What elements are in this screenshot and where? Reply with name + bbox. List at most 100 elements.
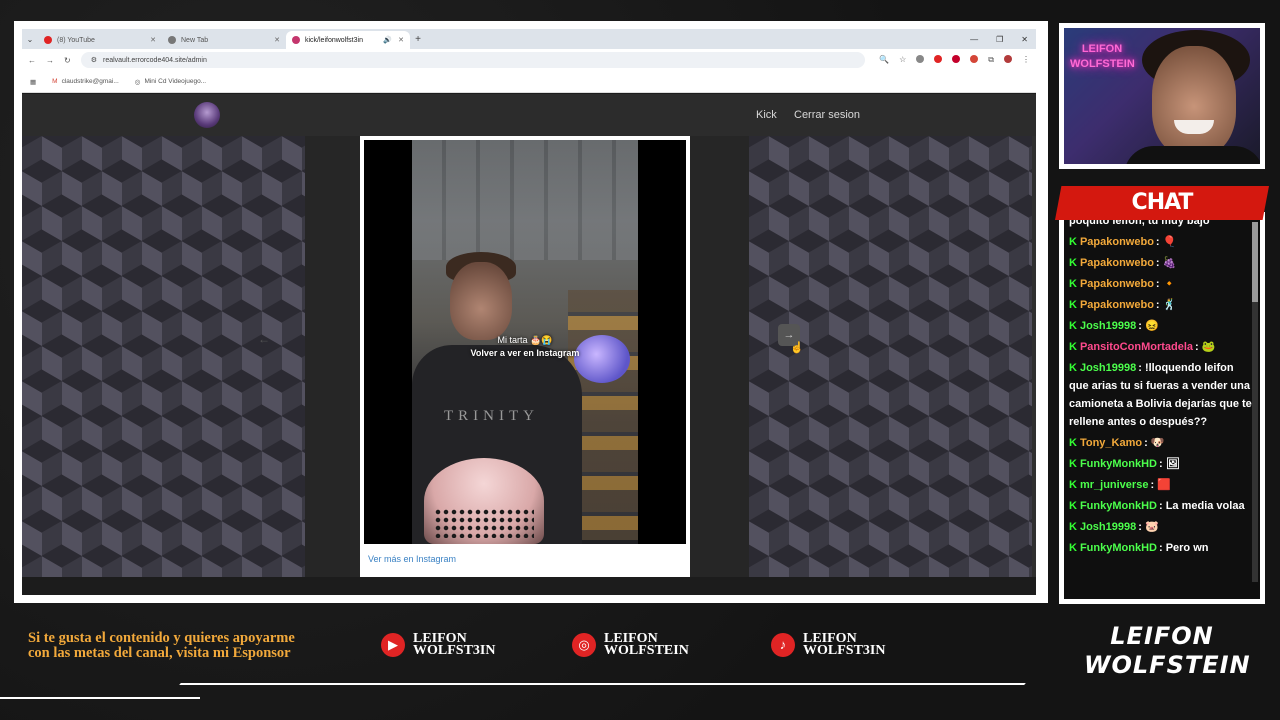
- chat-text: 🕺: [1162, 299, 1177, 311]
- chat-username[interactable]: Josh19998: [1080, 521, 1136, 533]
- view-more-instagram-link[interactable]: Ver más en Instagram: [364, 544, 686, 564]
- chat-message: Kmr_juniverse: 🟥: [1069, 476, 1255, 494]
- chat-message: K Papakonwebo: 🕺: [1069, 296, 1255, 314]
- tab-title: New Tab: [181, 36, 209, 44]
- tab-title: (8) YouTube: [57, 36, 95, 44]
- bookmark-item[interactable]: ◎ Mini Cd Videojuego...: [135, 78, 206, 86]
- chat-text: 🔸: [1162, 278, 1177, 290]
- youtube-favicon-icon: [44, 36, 52, 44]
- chat-username[interactable]: Papakonwebo: [1080, 257, 1154, 269]
- nav-link-logout[interactable]: Cerrar sesion: [794, 109, 860, 121]
- gmail-icon: M: [52, 78, 58, 85]
- chat-username[interactable]: FunkyMonkHD: [1080, 458, 1157, 470]
- chat-message: K Josh19998: 😖: [1069, 317, 1255, 335]
- tab-new-tab[interactable]: New Tab ✕: [162, 31, 286, 49]
- close-tab-icon[interactable]: ✕: [150, 36, 156, 44]
- close-window-icon[interactable]: ✕: [1021, 35, 1028, 44]
- menu-dots-icon[interactable]: ⋮: [1022, 55, 1030, 65]
- extension-icon[interactable]: [970, 55, 979, 63]
- site-header: Kick Cerrar sesion: [22, 94, 1036, 136]
- brand-logo: LEIFON WOLFSTEIN: [1084, 621, 1250, 691]
- chat-username[interactable]: Josh19998: [1080, 362, 1136, 374]
- social-name-line: WOLFST3IN: [803, 643, 886, 658]
- brand-logo-line: LEIFON: [1110, 622, 1214, 650]
- person-head: [450, 262, 512, 340]
- instagram-video[interactable]: TRINITY Mi tarta 🎂😭 Volver a ver en Inst…: [364, 140, 686, 544]
- zoom-icon[interactable]: 🔍: [879, 55, 889, 65]
- chat-badge-icon: K: [1069, 362, 1077, 374]
- nav-link-kick[interactable]: Kick: [756, 109, 777, 121]
- hand-cursor-icon: ☝: [790, 342, 804, 354]
- chat-text: 🎈: [1162, 236, 1177, 248]
- bookmark-star-icon[interactable]: ☆: [899, 55, 906, 65]
- bookmark-label: Mini Cd Videojuego...: [144, 78, 207, 85]
- site-logo[interactable]: [194, 102, 220, 128]
- chat-badge-icon: K: [1069, 437, 1077, 449]
- social-name: LEIFON WOLFST3IN: [803, 632, 886, 658]
- extensions-puzzle-icon[interactable]: ⧉: [988, 55, 994, 65]
- tab-list-chevron-icon[interactable]: ⌄: [22, 35, 38, 44]
- instagram-embed: TRINITY Mi tarta 🎂😭 Volver a ver en Inst…: [360, 136, 690, 577]
- video-ceiling: [412, 140, 638, 260]
- chat-text: 🐶: [1150, 437, 1165, 449]
- chat-separator: :: [1144, 437, 1151, 449]
- chat-separator: :: [1138, 521, 1145, 533]
- url-text: realvault.errorcode404.site/admin: [102, 56, 207, 64]
- prev-arrow-icon[interactable]: ←: [258, 332, 270, 346]
- reload-icon[interactable]: ↻: [64, 56, 71, 65]
- chat-username[interactable]: Papakonwebo: [1080, 299, 1154, 311]
- chat-separator: :: [1138, 362, 1145, 374]
- chrome-favicon-icon: [168, 36, 176, 44]
- browser-window: ⌄ (8) YouTube ✕ New Tab ✕ kick/leifonwol…: [22, 29, 1036, 595]
- social-name: LEIFON WOLFST3IN: [413, 632, 495, 658]
- new-tab-plus-icon[interactable]: +: [410, 34, 426, 45]
- chat-message: K FunkyMonkHD: Pero wn: [1069, 539, 1255, 557]
- chat-separator: :: [1155, 299, 1163, 311]
- chat-username[interactable]: PansitoConMortadela: [1080, 341, 1193, 353]
- chat-username[interactable]: FunkyMonkHD: [1080, 500, 1157, 512]
- close-tab-icon[interactable]: ✕: [398, 36, 404, 44]
- tab-youtube[interactable]: (8) YouTube ✕: [38, 31, 162, 49]
- extension-icon[interactable]: [934, 55, 943, 63]
- chat-badge-icon: K: [1069, 299, 1077, 311]
- chat-username[interactable]: Tony_Kamo: [1080, 437, 1142, 449]
- bookmark-item[interactable]: M claudstrike@gmai...: [52, 78, 119, 85]
- social-name: LEIFON WOLFSTEIN: [604, 632, 689, 658]
- url-field[interactable]: ⚙ realvault.errorcode404.site/admin: [80, 52, 866, 68]
- toolbar-extensions: 🔍 ☆ ⧉ ⋮: [879, 55, 1036, 65]
- chat-username[interactable]: Josh19998: [1080, 320, 1136, 332]
- sponsor-text: Si te gusta el contenido y quieres apoya…: [28, 630, 295, 661]
- chat-username[interactable]: FunkyMonkHD: [1080, 542, 1157, 554]
- neon-line: LEIFON: [1081, 43, 1123, 55]
- webcam-feed: LEIFON WOLFSTEIN: [1064, 28, 1260, 164]
- chat-text: Pero wn: [1165, 542, 1209, 554]
- chat-separator: :: [1195, 341, 1202, 353]
- chat-separator: :: [1138, 320, 1145, 332]
- chat-text: 🟥: [1157, 479, 1171, 491]
- speaker-icon[interactable]: 🔊: [383, 36, 392, 44]
- chat-username[interactable]: Papakonwebo: [1080, 278, 1154, 290]
- extension-icon[interactable]: [916, 55, 925, 63]
- profile-avatar-icon[interactable]: [1004, 55, 1012, 63]
- forward-arrow-icon[interactable]: →: [46, 56, 54, 65]
- youtube-icon: ▶: [381, 633, 405, 657]
- site-info-icon[interactable]: ⚙: [91, 56, 97, 64]
- chat-separator: :: [1158, 500, 1166, 512]
- back-arrow-icon[interactable]: ←: [28, 56, 36, 65]
- chat-badge-icon: K: [1069, 479, 1077, 491]
- restore-icon[interactable]: ❐: [996, 35, 1003, 44]
- chat-message: K Josh19998: !lloquendo leifon que arias …: [1069, 359, 1255, 431]
- minimize-icon[interactable]: —: [970, 35, 978, 44]
- apps-grid-icon[interactable]: ▦: [30, 78, 36, 86]
- chat-username[interactable]: Papakonwebo: [1080, 236, 1154, 248]
- extension-icon[interactable]: [952, 55, 961, 63]
- chat-separator: :: [1155, 278, 1163, 290]
- webcam-frame: LEIFON WOLFSTEIN: [1059, 23, 1265, 169]
- tab-kick[interactable]: kick/leifonwolfst3in 🔊 ✕: [286, 31, 410, 49]
- chat-scroll-thumb[interactable]: [1252, 222, 1258, 302]
- watch-again-link[interactable]: Volver a ver en Instagram: [364, 348, 686, 358]
- shirt-print: TRINITY: [444, 408, 539, 424]
- close-tab-icon[interactable]: ✕: [274, 36, 280, 44]
- chat-header: CHAT: [1055, 186, 1269, 220]
- chat-username[interactable]: mr_juniverse: [1080, 479, 1148, 491]
